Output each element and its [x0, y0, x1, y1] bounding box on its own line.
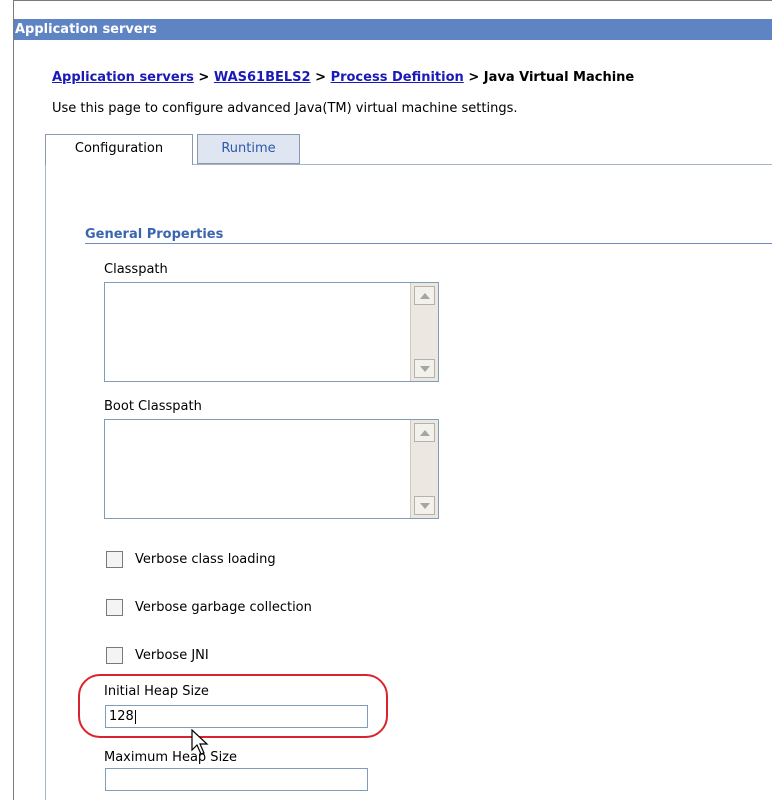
maximum-heap-size-input[interactable] [105, 768, 368, 791]
breadcrumb-link-server[interactable]: WAS61BELS2 [214, 70, 311, 85]
verbose-jni-label: Verbose JNI [135, 647, 209, 663]
arrow-down-icon [419, 502, 430, 509]
verbose-class-loading-option[interactable]: Verbose class loading [106, 549, 276, 569]
classpath-scrollbar[interactable] [410, 283, 438, 381]
breadcrumb-link-application-servers[interactable]: Application servers [52, 70, 194, 85]
breadcrumb-separator: > [198, 70, 210, 85]
boot-classpath-label: Boot Classpath [104, 399, 202, 414]
scroll-down-button[interactable] [414, 496, 435, 515]
highlight-annotation [78, 674, 388, 738]
verbose-jni-option[interactable]: Verbose JNI [106, 645, 209, 665]
classpath-label: Classpath [104, 262, 168, 277]
verbose-garbage-collection-option[interactable]: Verbose garbage collection [106, 597, 312, 617]
frame-top-border [13, 0, 772, 1]
verbose-garbage-collection-checkbox[interactable] [106, 598, 123, 616]
page-description: Use this page to configure advanced Java… [52, 101, 518, 116]
section-divider [85, 243, 772, 244]
breadcrumb-link-process-definition[interactable]: Process Definition [331, 70, 464, 85]
verbose-class-loading-label: Verbose class loading [135, 551, 276, 567]
arrow-up-icon [419, 292, 430, 299]
classpath-textarea[interactable] [104, 282, 439, 382]
scroll-up-button[interactable] [414, 423, 435, 442]
breadcrumb: Application servers > WAS61BELS2 > Proce… [52, 70, 634, 85]
tab-configuration[interactable]: Configuration [45, 134, 193, 165]
panel-title-bar: Application servers [14, 19, 772, 40]
section-title-general-properties: General Properties [85, 227, 224, 242]
arrow-down-icon [419, 365, 430, 372]
verbose-jni-checkbox[interactable] [106, 646, 123, 664]
boot-classpath-scrollbar[interactable] [410, 420, 438, 518]
tab-runtime[interactable]: Runtime [197, 134, 300, 164]
breadcrumb-separator: > [315, 70, 327, 85]
tab-panel-border [45, 134, 46, 800]
verbose-class-loading-checkbox[interactable] [106, 550, 123, 568]
scroll-up-button[interactable] [414, 286, 435, 305]
scroll-down-button[interactable] [414, 359, 435, 378]
frame-left-border [13, 0, 14, 800]
boot-classpath-textarea[interactable] [104, 419, 439, 519]
verbose-garbage-collection-label: Verbose garbage collection [135, 599, 312, 615]
mouse-pointer-icon [191, 729, 209, 755]
maximum-heap-size-label: Maximum Heap Size [104, 750, 237, 765]
breadcrumb-current: Java Virtual Machine [483, 70, 635, 85]
arrow-up-icon [419, 429, 430, 436]
breadcrumb-separator: > [468, 70, 480, 85]
